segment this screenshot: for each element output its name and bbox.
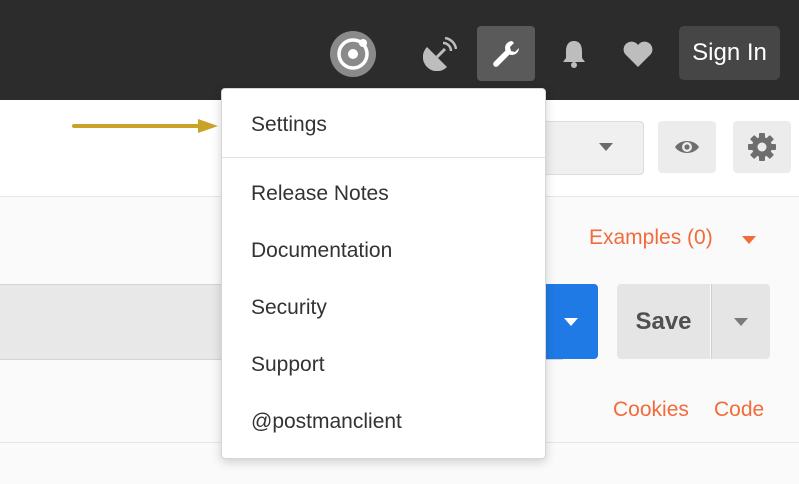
menu-item-documentation[interactable]: Documentation [251, 239, 392, 263]
gear-icon [748, 133, 776, 161]
save-button[interactable]: Save [617, 284, 710, 359]
menu-item-settings[interactable]: Settings [251, 113, 327, 137]
examples-dropdown[interactable]: Examples (0) [589, 226, 713, 250]
bell-icon[interactable] [558, 36, 590, 72]
sign-in-button[interactable]: Sign In [679, 26, 780, 80]
save-options-button[interactable] [711, 284, 770, 359]
menu-item-support[interactable]: Support [251, 353, 325, 377]
satellite-icon[interactable] [420, 34, 460, 74]
cookies-link[interactable]: Cookies [613, 398, 689, 422]
chevron-down-icon [734, 317, 748, 326]
menu-item-postmanclient[interactable]: @postmanclient [251, 410, 402, 434]
annotation-arrow-icon [72, 119, 218, 133]
menu-divider [222, 157, 545, 158]
settings-dropdown-menu: Settings Release Notes Documentation Sec… [221, 88, 546, 459]
examples-caret-icon[interactable] [742, 236, 756, 244]
menu-item-release-notes[interactable]: Release Notes [251, 182, 389, 206]
chevron-down-icon [599, 143, 613, 151]
sync-icon[interactable] [326, 27, 380, 81]
environment-quick-look-button[interactable] [658, 121, 716, 173]
wrench-icon[interactable] [477, 26, 535, 81]
eye-icon [675, 141, 699, 153]
manage-environments-button[interactable] [733, 121, 791, 173]
menu-item-security[interactable]: Security [251, 296, 327, 320]
heart-icon[interactable] [620, 38, 656, 70]
code-link[interactable]: Code [714, 398, 764, 422]
send-options-button[interactable] [544, 284, 598, 359]
chevron-down-icon [564, 317, 578, 326]
